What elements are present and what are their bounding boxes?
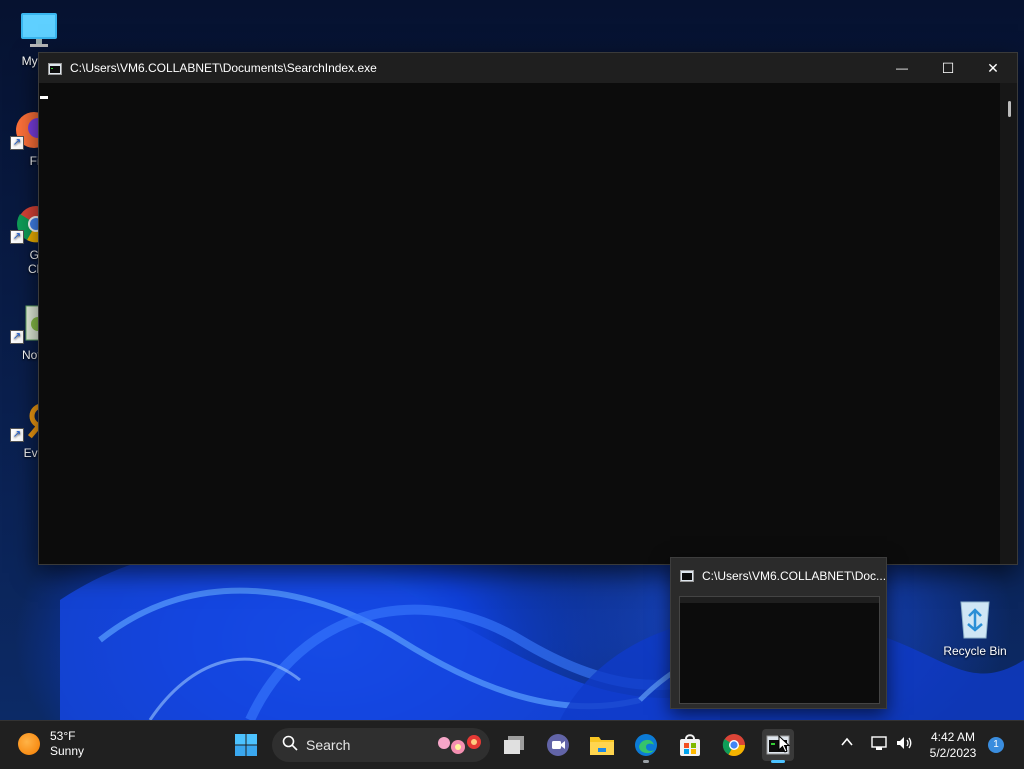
taskbar-edge[interactable] [630, 729, 662, 763]
windows-logo-icon [235, 734, 257, 756]
scrollbar-thumb[interactable] [1008, 101, 1011, 117]
thumbnail-titlebar [680, 597, 879, 603]
shortcut-arrow-icon: ↗ [10, 136, 24, 150]
shortcut-arrow-icon: ↗ [10, 330, 24, 344]
monitor-icon [19, 10, 59, 50]
shortcut-arrow-icon: ↗ [10, 230, 24, 244]
console-app-icon [48, 62, 62, 75]
network-icon[interactable] [870, 735, 888, 754]
weather-text: 53°F Sunny [50, 729, 84, 759]
maximize-icon: ☐ [941, 59, 955, 76]
app-running-indicator [643, 760, 649, 763]
close-icon: ✕ [987, 59, 999, 76]
shortcut-arrow-icon: ↗ [10, 428, 24, 442]
taskbar-search[interactable]: Search [272, 728, 490, 762]
app-active-indicator [771, 760, 785, 763]
system-clock[interactable]: 4:42 AM 5/2/2023 [920, 729, 986, 761]
weather-widget[interactable]: 53°F Sunny [18, 729, 84, 759]
weather-temp: 53°F [50, 729, 76, 743]
minimize-icon: — [896, 61, 908, 75]
edge-icon [635, 734, 657, 756]
taskbar-file-explorer[interactable] [586, 729, 618, 761]
maximize-button[interactable]: ☐ [925, 53, 971, 83]
search-icon [282, 735, 298, 756]
taskbar-chrome[interactable] [718, 729, 750, 761]
console-title: C:\Users\VM6.COLLABNET\Documents\SearchI… [70, 61, 377, 75]
chat-camera-icon [547, 734, 569, 756]
mouse-pointer-icon [778, 735, 790, 753]
console-app-icon [680, 570, 694, 582]
console-scrollbar[interactable] [1000, 83, 1017, 564]
show-hidden-icons-chevron-icon[interactable] [840, 735, 854, 752]
close-button[interactable]: ✕ [970, 53, 1016, 83]
desktop-icon-recycle-bin[interactable]: Recycle Bin [940, 596, 1010, 658]
sun-icon [18, 733, 40, 755]
preview-thumbnail[interactable] [679, 596, 880, 704]
task-view-icon [504, 736, 524, 754]
folder-icon [590, 737, 614, 755]
weather-condition: Sunny [50, 744, 85, 758]
console-titlebar[interactable]: C:\Users\VM6.COLLABNET\Documents\SearchI… [39, 53, 1017, 83]
clock-time: 4:42 AM [930, 730, 976, 744]
taskbar-task-view[interactable] [498, 729, 530, 761]
preview-title: C:\Users\VM6.COLLABNET\Doc... [702, 569, 887, 583]
clock-date: 5/2/2023 [929, 746, 977, 760]
text-cursor [40, 96, 48, 99]
taskbar: 53°F Sunny Search 4:42 AM 5/2/2023 1 [0, 720, 1024, 769]
recycle-bin-icon [955, 596, 995, 640]
console-window[interactable]: C:\Users\VM6.COLLABNET\Documents\SearchI… [38, 52, 1018, 565]
preview-titlebar: C:\Users\VM6.COLLABNET\Doc... [671, 558, 886, 594]
taskbar-microsoft-store[interactable] [674, 729, 706, 761]
search-highlight-flowers-icon [434, 730, 486, 761]
recycle-bin-label: Recycle Bin [943, 644, 1007, 658]
taskbar-window-preview[interactable]: C:\Users\VM6.COLLABNET\Doc... [670, 557, 887, 709]
search-label: Search [306, 737, 351, 753]
minimize-button[interactable]: — [879, 53, 925, 83]
chrome-icon [722, 734, 745, 756]
store-bag-icon [680, 734, 700, 756]
volume-icon[interactable] [895, 735, 913, 754]
console-output-area[interactable] [39, 83, 1017, 564]
start-button[interactable] [230, 729, 262, 761]
notification-badge[interactable]: 1 [988, 737, 1004, 753]
taskbar-teams-chat[interactable] [542, 729, 574, 761]
